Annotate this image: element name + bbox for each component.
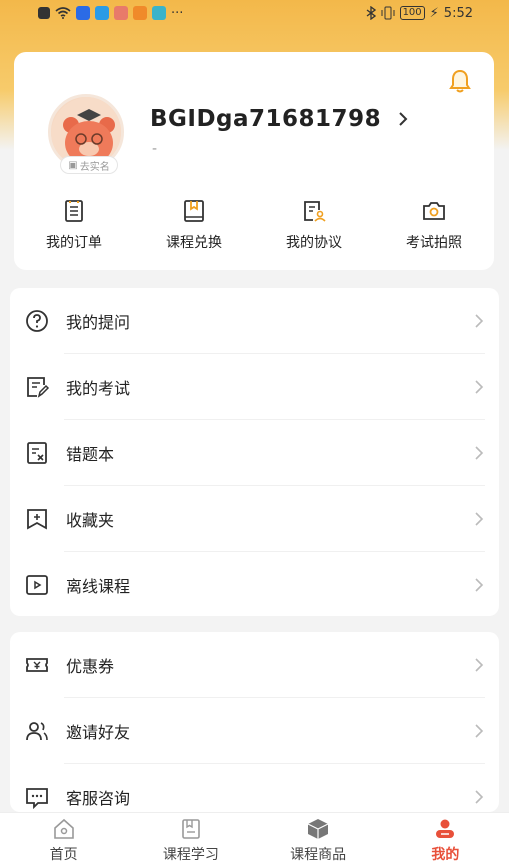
invite-icon (26, 722, 48, 741)
alert-icon (38, 7, 50, 19)
chevron-right-icon (475, 380, 484, 394)
question-icon (26, 310, 48, 332)
menu-card-secondary: 优惠券 邀请好友 客服咨询 (10, 632, 499, 812)
app-icon-1 (76, 6, 90, 20)
menu-card-primary: 我的提问 我的考试 错题本 收藏夹 离线课程 (10, 288, 499, 616)
chevron-right-icon (475, 578, 484, 592)
tab-label: 首页 (49, 847, 78, 863)
chevron-right-icon (475, 658, 484, 672)
profile-card: ▣ 去实名 BGIDga71681798 - 我的订单 课程兑换 我的协议 考试… (14, 52, 494, 270)
book-icon (184, 200, 204, 222)
chevron-right-icon (475, 512, 484, 526)
wrong-book-icon (27, 442, 47, 464)
menu-item-wrong-answers[interactable]: 错题本 (10, 420, 499, 486)
menu-item-invite-friends[interactable]: 邀请好友 (10, 698, 499, 764)
chevron-right-icon (475, 446, 484, 460)
tab-profile[interactable]: 我的 (382, 813, 509, 868)
menu-item-customer-service[interactable]: 客服咨询 (10, 764, 499, 812)
chevron-right-icon[interactable] (396, 110, 410, 128)
camera-icon (423, 202, 445, 220)
menu-label: 离线课程 (66, 577, 131, 596)
status-bar: ··· 100 ⚡ 5:52 (0, 0, 509, 26)
more-icon: ··· (171, 5, 184, 21)
chevron-right-icon (475, 724, 484, 738)
quick-action-label: 我的协议 (286, 235, 342, 251)
exam-icon (27, 377, 50, 398)
chat-icon (26, 788, 48, 810)
menu-item-offline-courses[interactable]: 离线课程 (10, 552, 499, 618)
order-icon (65, 200, 83, 222)
tab-home[interactable]: 首页 (0, 813, 127, 868)
charging-icon: ⚡ (429, 5, 439, 21)
menu-label: 错题本 (66, 445, 115, 464)
menu-label: 我的提问 (66, 313, 131, 332)
battery-level: 100 (399, 6, 425, 20)
bell-icon[interactable] (448, 68, 472, 94)
video-icon (26, 575, 48, 595)
id-card-icon: ▣ (68, 159, 78, 171)
bluetooth-icon (366, 6, 376, 20)
tab-label: 我的 (431, 847, 460, 863)
app-icon-5 (152, 6, 166, 20)
wifi-icon (55, 7, 71, 19)
study-icon (182, 819, 200, 839)
menu-label: 客服咨询 (66, 789, 131, 808)
chevron-right-icon (475, 314, 484, 328)
menu-item-coupons[interactable]: 优惠券 (10, 632, 499, 698)
quick-action-agreements[interactable]: 我的协议 (254, 198, 374, 252)
username[interactable]: BGIDga71681798 (150, 106, 381, 132)
auth-badge-label: 去实名 (79, 161, 110, 173)
status-right-icons: 100 ⚡ 5:52 (366, 6, 473, 21)
agreement-icon (304, 201, 326, 222)
menu-item-my-questions[interactable]: 我的提问 (10, 288, 499, 354)
quick-action-course-redeem[interactable]: 课程兑换 (134, 198, 254, 252)
quick-action-label: 课程兑换 (166, 235, 222, 251)
vibrate-icon (381, 6, 395, 20)
quick-actions: 我的订单 课程兑换 我的协议 考试拍照 (14, 198, 494, 252)
app-icon-4 (133, 6, 147, 20)
tab-label: 课程商品 (290, 847, 347, 863)
tab-study[interactable]: 课程学习 (127, 813, 254, 868)
verify-identity-badge[interactable]: ▣ 去实名 (60, 156, 118, 174)
clock: 5:52 (443, 5, 473, 21)
menu-label: 邀请好友 (66, 723, 131, 742)
user-subtitle: - (152, 141, 158, 157)
home-icon (53, 818, 74, 839)
app-icon-2 (95, 6, 109, 20)
menu-label: 收藏夹 (66, 511, 115, 530)
quick-action-orders[interactable]: 我的订单 (14, 198, 134, 252)
product-icon (307, 819, 329, 839)
bookmark-icon (27, 509, 47, 530)
status-left-icons: ··· (38, 6, 183, 21)
chevron-right-icon (475, 790, 484, 804)
quick-action-exam-photo[interactable]: 考试拍照 (374, 198, 494, 252)
menu-item-my-exams[interactable]: 我的考试 (10, 354, 499, 420)
menu-label: 我的考试 (66, 379, 131, 398)
quick-action-label: 我的订单 (46, 235, 102, 251)
coupon-icon (26, 658, 48, 672)
profile-icon (436, 819, 455, 838)
tab-label: 课程学习 (162, 847, 219, 863)
app-icon-3 (114, 6, 128, 20)
menu-item-favorites[interactable]: 收藏夹 (10, 486, 499, 552)
bottom-tab-bar: 首页 课程学习 课程商品 我的 (0, 812, 509, 868)
quick-action-label: 考试拍照 (406, 235, 462, 251)
tab-products[interactable]: 课程商品 (255, 813, 382, 868)
menu-label: 优惠券 (66, 657, 115, 676)
